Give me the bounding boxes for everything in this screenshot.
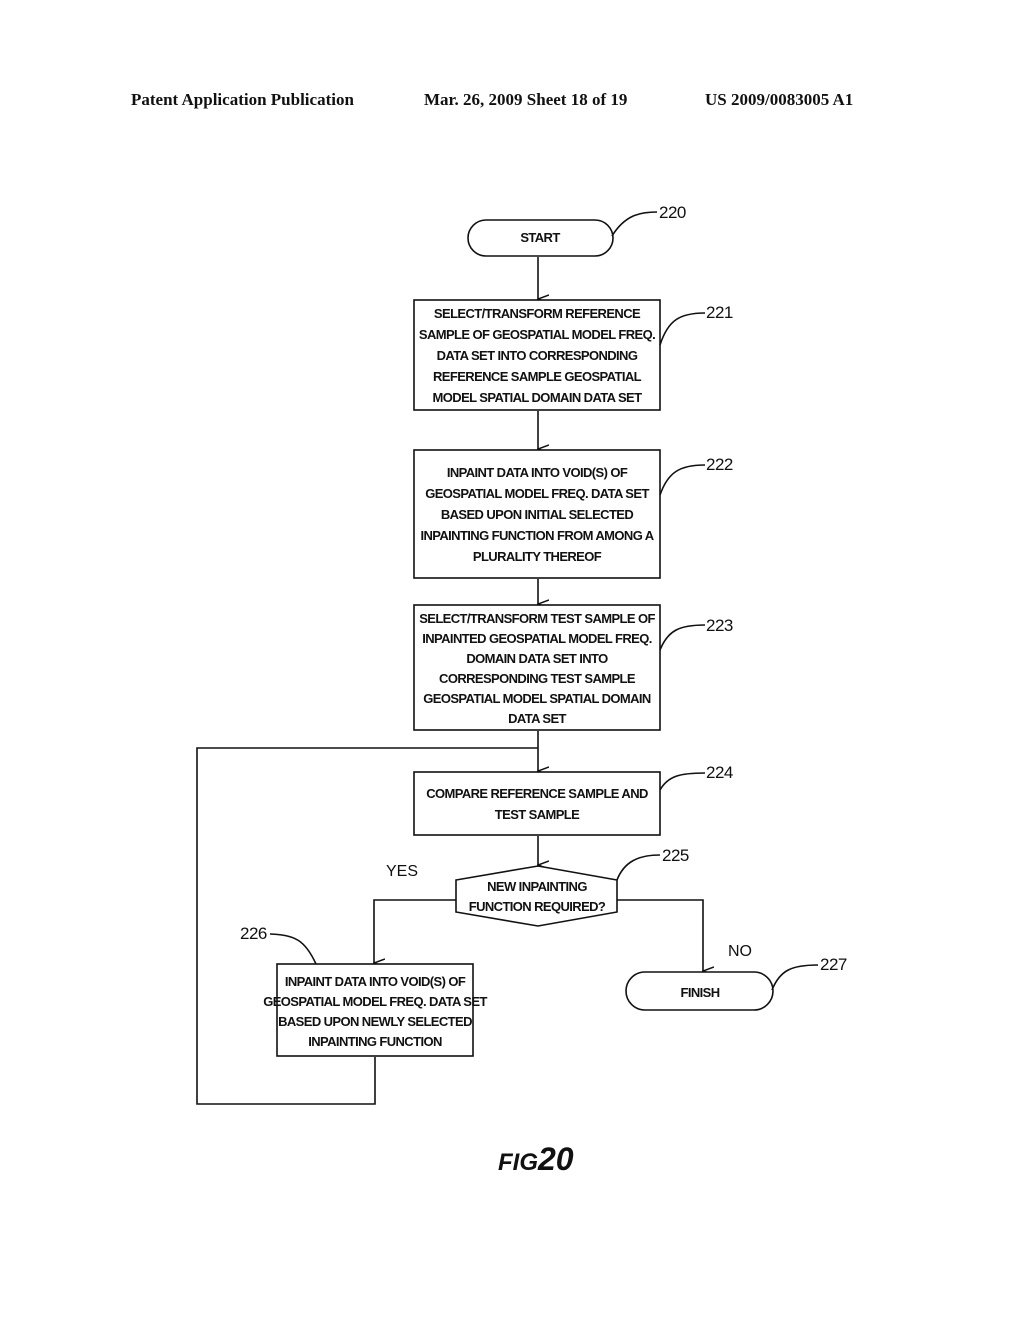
ref-223: 223	[706, 616, 733, 635]
leader-220	[611, 211, 658, 237]
leader-221	[659, 312, 706, 346]
leader-227	[771, 964, 819, 991]
node-223-line: DOMAIN DATA SET INTO	[466, 651, 608, 666]
leader-224	[659, 772, 706, 791]
node-226-line: INPAINT DATA INTO VOID(S) OF	[285, 974, 466, 989]
node-222-line: PLURALITY THEREOF	[473, 549, 602, 564]
node-223-line: CORRESPONDING TEST SAMPLE	[439, 671, 636, 686]
node-222-line: INPAINT DATA INTO VOID(S) OF	[447, 465, 628, 480]
node-226-line: GEOSPATIAL MODEL FREQ. DATA SET	[263, 994, 487, 1009]
edge-label-no: NO	[728, 943, 752, 960]
arrow-yes-226	[374, 899, 456, 963]
leader-225	[616, 854, 661, 881]
node-224-line: COMPARE REFERENCE SAMPLE AND	[426, 786, 648, 801]
node-221-line: SAMPLE OF GEOSPATIAL MODEL FREQ.	[419, 327, 655, 342]
ref-226: 226	[240, 924, 267, 943]
node-221-line: MODEL SPATIAL DOMAIN DATA SET	[433, 390, 643, 405]
node-223-line: INPAINTED GEOSPATIAL MODEL FREQ.	[422, 631, 652, 646]
edge-label-yes: YES	[386, 863, 418, 880]
node-223-line: DATA SET	[508, 711, 566, 726]
finish-label: FINISH	[680, 985, 719, 1000]
node-226-line: BASED UPON NEWLY SELECTED	[278, 1014, 472, 1029]
node-221-line: SELECT/TRANSFORM REFERENCE	[434, 306, 641, 321]
ref-221: 221	[706, 303, 733, 322]
decision-225	[455, 865, 618, 927]
leader-223	[659, 624, 706, 651]
node-221-text: SELECT/TRANSFORM REFERENCE SAMPLE OF GEO…	[419, 306, 656, 405]
flowchart-figure: 220 221 222 223 224 225 226 227 START SE…	[196, 203, 847, 1177]
start-label: START	[520, 230, 560, 245]
node-221-line: DATA SET INTO CORRESPONDING	[437, 348, 638, 363]
node-222-line: INPAINTING FUNCTION FROM AMONG A	[420, 528, 654, 543]
node-225-line: FUNCTION REQUIRED?	[469, 899, 606, 914]
ref-224: 224	[706, 763, 733, 782]
node-224-line: TEST SAMPLE	[495, 807, 580, 822]
ref-222: 222	[706, 455, 733, 474]
arrow-no-227	[617, 899, 703, 971]
leader-226	[269, 933, 317, 965]
figure-caption: FIG. 20	[498, 1141, 574, 1177]
node-226-line: INPAINTING FUNCTION	[308, 1034, 442, 1049]
ref-225: 225	[662, 846, 689, 865]
node-222-line: GEOSPATIAL MODEL FREQ. DATA SET	[425, 486, 649, 501]
ref-220: 220	[659, 203, 686, 222]
node-225-line: NEW INPAINTING	[487, 879, 587, 894]
node-221-line: REFERENCE SAMPLE GEOSPATIAL	[433, 369, 642, 384]
node-223-line: SELECT/TRANSFORM TEST SAMPLE OF	[419, 611, 655, 626]
node-222-line: BASED UPON INITIAL SELECTED	[441, 507, 634, 522]
process-224	[413, 771, 661, 836]
node-223-line: GEOSPATIAL MODEL SPATIAL DOMAIN	[423, 691, 651, 706]
ref-227: 227	[820, 955, 847, 974]
leader-222	[659, 464, 706, 496]
figure-number: 20	[537, 1141, 574, 1177]
